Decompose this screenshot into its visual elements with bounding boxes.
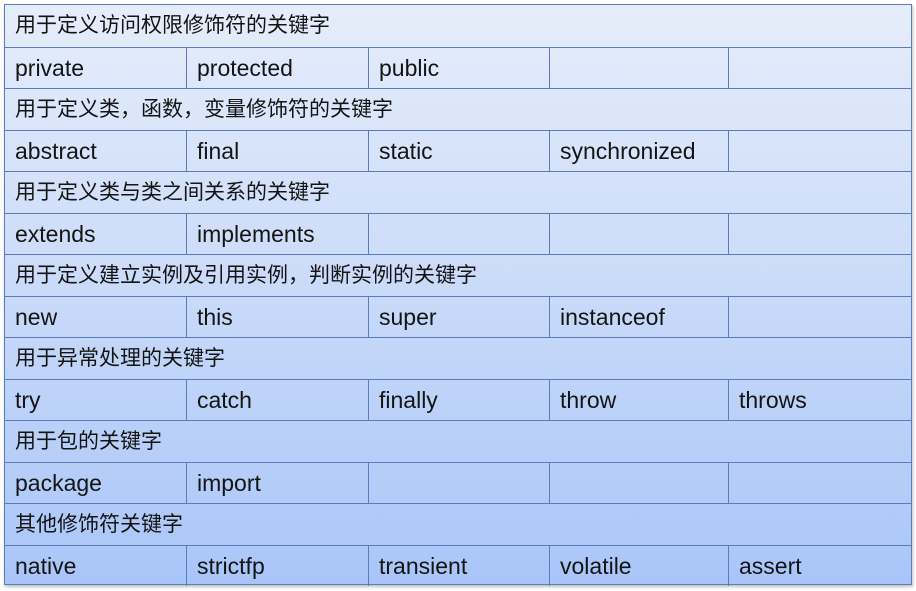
keyword-cell: strictfp: [186, 545, 368, 586]
keyword-row: abstract final static synchronized: [5, 129, 913, 171]
keyword-cell: protected: [186, 47, 368, 88]
keyword-row: try catch finally throw throws: [5, 378, 913, 420]
keyword-cell: import: [186, 462, 368, 503]
keyword-cell: [368, 213, 549, 254]
keyword-cell: [728, 213, 913, 254]
keyword-cell: transient: [368, 545, 549, 586]
java-keywords-table: 用于定义访问权限修饰符的关键字 private protected public 用于定…: [4, 4, 913, 586]
keyword-cell: [728, 296, 913, 337]
keyword-cell: [728, 462, 913, 503]
keyword-cell: throw: [549, 379, 728, 420]
group-header: 用于定义类与类之间关系的关键字: [5, 171, 911, 213]
keyword-cell: volatile: [549, 545, 728, 586]
keyword-cell: [549, 47, 728, 88]
keyword-cell: this: [186, 296, 368, 337]
group-header: 用于定义建立实例及引用实例，判断实例的关键字: [5, 254, 911, 296]
keyword-cell: final: [186, 130, 368, 171]
keyword-cell: [728, 130, 913, 171]
keyword-cell: new: [15, 303, 58, 330]
keyword-cell: throws: [728, 379, 913, 420]
group-header: 用于包的关键字: [5, 420, 911, 462]
keyword-cell: assert: [728, 545, 913, 586]
keyword-cell: implements: [186, 213, 368, 254]
keyword-row: private protected public: [5, 46, 913, 88]
keyword-cell: catch: [186, 379, 368, 420]
keyword-cell: instanceof: [549, 296, 728, 337]
keyword-cell: [368, 462, 549, 503]
group-header: 用于定义访问权限修饰符的关键字: [15, 13, 330, 37]
keyword-cell: synchronized: [549, 130, 728, 171]
group-header: 用于异常处理的关键字: [5, 337, 911, 379]
keyword-cell: public: [368, 47, 549, 88]
keyword-cell: try: [15, 386, 41, 413]
keyword-cell: private: [15, 54, 85, 81]
group-header: 用于定义类，函数，变量修饰符的关键字: [5, 88, 911, 130]
keyword-row: extends implements: [5, 212, 913, 254]
keyword-cell: abstract: [15, 137, 97, 164]
keyword-cell: package: [15, 469, 102, 496]
keyword-cell: native: [15, 552, 77, 579]
group-header: 其他修饰符关键字: [5, 503, 911, 545]
keyword-cell: static: [368, 130, 549, 171]
keyword-row: native strictfp transient volatile assert: [5, 544, 913, 586]
keyword-cell: [728, 47, 913, 88]
keyword-cell: [549, 213, 728, 254]
keyword-row: package import: [5, 461, 913, 503]
keyword-cell: super: [368, 296, 549, 337]
keyword-cell: finally: [368, 379, 549, 420]
keyword-cell: extends: [15, 220, 96, 247]
keyword-cell: [549, 462, 728, 503]
keyword-row: new this super instanceof: [5, 295, 913, 337]
